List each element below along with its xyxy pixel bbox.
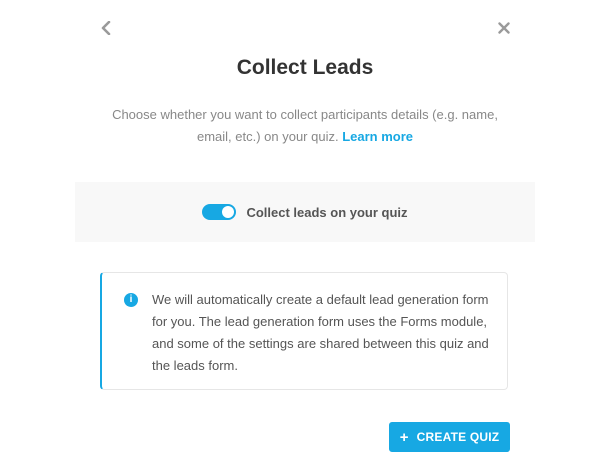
notice-text: We will automatically create a default l… — [152, 292, 489, 373]
create-quiz-label: CREATE QUIZ — [416, 430, 500, 444]
back-button[interactable] — [97, 18, 115, 38]
create-quiz-button[interactable]: + CREATE QUIZ — [389, 422, 510, 452]
modal-description: Choose whether you want to collect parti… — [95, 104, 515, 148]
collect-leads-modal: Collect Leads Choose whether you want to… — [75, 0, 535, 476]
toggle-section: Collect leads on your quiz — [75, 182, 535, 242]
info-icon: i — [124, 293, 138, 307]
description-text: Choose whether you want to collect parti… — [112, 107, 498, 144]
close-button[interactable] — [495, 18, 513, 38]
modal-title: Collect Leads — [236, 56, 374, 79]
toggle-label: Collect leads on your quiz — [246, 204, 408, 220]
close-icon — [498, 22, 510, 34]
chevron-left-icon — [101, 21, 111, 35]
info-notice: i We will automatically create a default… — [100, 272, 508, 390]
plus-icon: + — [399, 428, 409, 446]
learn-more-link[interactable]: Learn more — [342, 129, 413, 144]
toggle-knob — [222, 206, 235, 218]
collect-leads-toggle[interactable] — [202, 204, 237, 220]
